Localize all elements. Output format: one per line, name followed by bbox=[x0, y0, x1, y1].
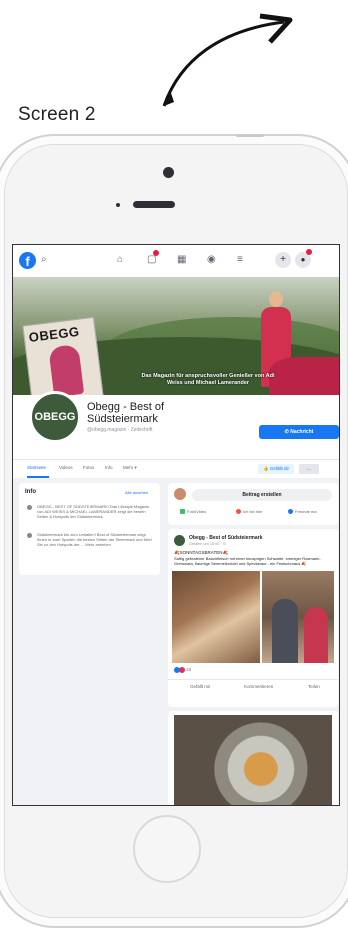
notification-badge bbox=[306, 249, 312, 255]
phone-screen: f ⌕ ⌂ ▢ ▦ ◉ ≡ + ● OBEGG Das Magazin für … bbox=[12, 244, 340, 806]
comment-button[interactable]: Kommentieren bbox=[244, 684, 273, 689]
tab-videos[interactable]: Videos bbox=[59, 465, 73, 470]
page-name: Obegg - Best of Südsteiermark bbox=[87, 401, 165, 425]
info-item: Südsteiermark bis zum Umfallen! Best of … bbox=[37, 532, 152, 547]
post-photo-food[interactable] bbox=[174, 715, 332, 805]
tag-friends-action[interactable]: Freunde ma bbox=[288, 509, 317, 515]
like-button[interactable]: Gefällt mir bbox=[190, 684, 211, 689]
camera-icon bbox=[163, 167, 174, 178]
facebook-top-bar: f ⌕ ⌂ ▢ ▦ ◉ ≡ + ● bbox=[13, 245, 339, 278]
more-options-button[interactable]: … bbox=[299, 464, 319, 474]
magazine-cover: OBEGG bbox=[22, 316, 104, 395]
love-reaction-icon bbox=[179, 667, 185, 673]
info-icon bbox=[27, 533, 32, 538]
facebook-logo-icon[interactable]: f bbox=[19, 252, 36, 269]
page-header: OBEGG Obegg - Best of Südsteiermark @obe… bbox=[13, 391, 339, 459]
post-text: Saftig gebratener Bauchfleisch mit einer… bbox=[174, 556, 321, 566]
sensor-dot bbox=[116, 203, 120, 207]
location-icon bbox=[236, 509, 241, 515]
info-card: Info Alle ansehen OBEGG - BEST OF SÜDSTE… bbox=[19, 483, 160, 575]
info-item: OBEGG - BEST OF SÜDSTEIERMARK! Das Lifes… bbox=[37, 504, 150, 519]
screen-label: Screen 2 bbox=[18, 104, 96, 125]
photo-person bbox=[272, 599, 298, 663]
photo-video-action[interactable]: Foto/Video bbox=[180, 509, 206, 515]
home-icon[interactable]: ⌂ bbox=[117, 254, 123, 265]
power-button bbox=[236, 134, 264, 137]
search-icon[interactable]: ⌕ bbox=[41, 254, 47, 265]
post-author-avatar[interactable] bbox=[174, 535, 185, 546]
post-actions: Gefällt mir Kommentieren Teilen bbox=[168, 679, 338, 694]
tab-more[interactable]: Mehr ▾ bbox=[123, 465, 137, 471]
notification-badge bbox=[153, 250, 159, 256]
feed-post: Obegg - Best of Südsteiermark Gestern um… bbox=[168, 529, 338, 707]
feed-post bbox=[168, 711, 338, 805]
photo-person bbox=[304, 607, 328, 663]
model-head bbox=[269, 291, 283, 307]
create-post-button[interactable]: Beitrag erstellen bbox=[192, 489, 332, 501]
share-button[interactable]: Teilen bbox=[308, 684, 320, 689]
reaction-summary[interactable]: 22 bbox=[174, 667, 191, 673]
menu-icon[interactable]: ≡ bbox=[237, 254, 243, 265]
magazine-figure bbox=[48, 344, 85, 395]
home-button[interactable] bbox=[133, 815, 201, 883]
page-avatar[interactable]: OBEGG bbox=[29, 391, 81, 443]
friends-icon bbox=[288, 509, 293, 515]
earpiece bbox=[133, 201, 175, 208]
message-button[interactable]: ✆ Nachricht bbox=[259, 425, 339, 439]
post-timestamp[interactable]: Gestern um 15:00 · ⊙ bbox=[189, 541, 226, 546]
groups-icon[interactable]: ◉ bbox=[207, 254, 216, 265]
cover-caption: Das Magazin für anspruchsvoller Genießer… bbox=[141, 373, 275, 386]
tab-home[interactable]: Startseite bbox=[27, 465, 46, 470]
checkin-action[interactable]: Ich bin hier bbox=[236, 509, 263, 515]
create-button[interactable]: + bbox=[275, 252, 291, 268]
tab-photos[interactable]: Fotos bbox=[83, 465, 94, 470]
user-avatar bbox=[174, 488, 186, 500]
tab-info[interactable]: Info bbox=[105, 465, 113, 470]
active-tab-indicator bbox=[27, 476, 49, 478]
see-all-link[interactable]: Alle ansehen bbox=[125, 490, 148, 495]
arrow-annotation bbox=[162, 13, 293, 107]
photo-icon bbox=[180, 509, 185, 515]
marketplace-icon[interactable]: ▦ bbox=[177, 254, 186, 265]
cover-photo[interactable]: OBEGG Das Magazin für anspruchsvoller Ge… bbox=[13, 277, 339, 395]
info-title: Info bbox=[25, 489, 36, 495]
page-handle: @obegg.magazin · Zeitschrift bbox=[87, 427, 153, 433]
post-composer: Beitrag erstellen Foto/Video Ich bin hie… bbox=[168, 483, 338, 525]
post-photo-roast[interactable] bbox=[172, 571, 260, 663]
like-page-button[interactable]: 👍 Gefällt dir bbox=[258, 464, 294, 474]
info-icon bbox=[27, 505, 32, 510]
page-tabs: Startseite Videos Fotos Info Mehr ▾ 👍 Ge… bbox=[13, 459, 339, 478]
magazine-title: OBEGG bbox=[27, 323, 81, 345]
